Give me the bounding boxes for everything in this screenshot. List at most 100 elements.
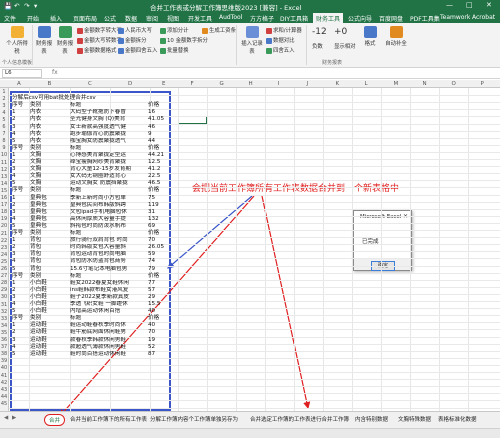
table-cell[interactable]: 款超透气薄款休闲男鞋 xyxy=(70,344,126,351)
table-cell[interactable]: 运动鞋 xyxy=(30,329,47,336)
table-cell[interactable]: 1 xyxy=(12,152,16,159)
sheet-tab-special[interactable]: 内含特别数据 xyxy=(355,415,388,423)
table-cell[interactable]: 2 xyxy=(12,244,16,251)
table-cell[interactable]: 序号 xyxy=(12,315,23,322)
table-cell[interactable]: 5 xyxy=(12,138,16,145)
table-cell[interactable]: 绰宝瘦胸网纱美背聚拢 xyxy=(70,159,126,166)
table-cell[interactable]: 季新上新时尚小方包单 xyxy=(70,195,126,202)
table-cell[interactable]: 标题 xyxy=(70,273,81,280)
table-cell[interactable]: 15.6寸笔记本电脑包男 xyxy=(70,266,127,273)
sheet-tab-standard[interactable]: 表格标准化数据 xyxy=(438,415,477,423)
table-cell[interactable]: 价格 xyxy=(148,315,159,322)
table-cell[interactable]: 皇典包 xyxy=(30,223,47,230)
table-cell[interactable]: 背包 xyxy=(30,266,41,273)
table-cell[interactable]: 87 xyxy=(148,351,155,358)
table-cell[interactable]: 标题 xyxy=(70,102,81,109)
table-cell[interactable]: 3 xyxy=(12,124,16,131)
table-cell[interactable]: 皇典包 xyxy=(30,209,47,216)
next-sheet-icon[interactable]: ▶ xyxy=(12,415,16,421)
table-cell[interactable]: 1 xyxy=(12,280,16,287)
table-cell[interactable]: 4 xyxy=(12,301,16,308)
table-cell[interactable]: 类别 xyxy=(30,230,41,237)
table-cell[interactable]: 1 xyxy=(12,195,16,202)
table-cell[interactable]: 119 xyxy=(148,202,159,209)
table-cell[interactable]: 圣光健身文胸 (Q)美背 xyxy=(70,116,125,123)
table-cell[interactable]: 2 xyxy=(12,329,16,336)
table-cell[interactable]: 女大码无钢圈舒适背心 xyxy=(70,173,126,180)
table-cell[interactable]: 序号 xyxy=(12,273,23,280)
sheet-tab-bra-special[interactable]: 文胸特殊数据 xyxy=(398,415,431,423)
table-cell[interactable]: 价格 xyxy=(148,230,159,237)
table-cell[interactable]: 标题 xyxy=(70,187,81,194)
table-cell[interactable]: 44 xyxy=(148,138,155,145)
table-cell[interactable]: 内增高运动休闲百搭 xyxy=(70,308,120,315)
table-cell[interactable]: 鞋女2022春夏女鞋休闲 xyxy=(70,280,129,287)
table-cell[interactable]: 3 xyxy=(12,251,16,258)
table-cell[interactable]: 4 xyxy=(12,258,16,265)
table-cell[interactable]: 4 xyxy=(12,216,16,223)
table-cell[interactable]: 内衣 xyxy=(30,124,41,131)
table-cell[interactable]: 内衣 xyxy=(30,138,41,145)
table-cell[interactable]: 运动鞋 xyxy=(30,344,47,351)
table-cell[interactable]: 小白鞋 xyxy=(30,280,47,287)
table-cell[interactable]: 5 xyxy=(12,223,16,230)
table-cell[interactable]: 运动鞋 xyxy=(30,337,47,344)
sheet-tab-merge-all[interactable]: 合并当前工作簿下的所有工作表 xyxy=(70,415,147,423)
sheet-tab-split[interactable]: 分解工作簿内容个工作簿单独另存为 xyxy=(150,415,238,423)
table-cell[interactable]: 标题 xyxy=(70,145,81,152)
table-cell[interactable]: 时尚韩版女包大容量斜 xyxy=(70,244,126,251)
table-cell[interactable]: 44.21 xyxy=(148,152,164,159)
table-cell[interactable]: 79 xyxy=(148,266,155,273)
table-cell[interactable]: 70 xyxy=(148,237,155,244)
table-cell[interactable]: ins鞋韩款布鞋女港风复 xyxy=(70,287,128,294)
table-cell[interactable]: 价格 xyxy=(148,102,159,109)
sheet-tab-merge-selected[interactable]: 合并选定工作簿的工作表进行合并工作簿 xyxy=(250,415,349,423)
table-cell[interactable]: 运动文胸女 防震挡聚拢 xyxy=(70,180,128,187)
table-cell[interactable]: 类别 xyxy=(30,145,41,152)
table-cell[interactable]: 5 xyxy=(12,351,16,358)
table-cell[interactable]: 心博感美背聚拢定型运 xyxy=(70,152,126,159)
table-cell[interactable]: 74 xyxy=(148,258,155,265)
table-cell[interactable]: 4 xyxy=(12,173,16,180)
table-cell[interactable]: 背包运动背包时尚电脑 xyxy=(70,251,126,258)
table-cell[interactable]: 类别 xyxy=(30,273,41,280)
table-cell[interactable]: 背包防水防盗背包商务 xyxy=(70,258,126,265)
table-cell[interactable]: 鞋子2022夏季新款真皮 xyxy=(70,294,129,301)
table-cell[interactable]: 价格 xyxy=(148,187,159,194)
table-cell[interactable]: 16 xyxy=(148,109,155,116)
table-cell[interactable]: 46 xyxy=(148,124,155,131)
table-cell[interactable]: 背心大童12-15岁发育期 xyxy=(70,166,131,173)
table-cell[interactable]: 4 xyxy=(12,344,16,351)
table-cell[interactable]: 女士新款高强度透气健 xyxy=(70,124,126,131)
table-cell[interactable]: 70 xyxy=(148,329,155,336)
table-cell[interactable]: 9 xyxy=(148,131,152,138)
table-cell[interactable]: 跑步瑜伽背心防震聚拢 xyxy=(70,131,126,138)
table-cell[interactable]: 19 xyxy=(148,337,155,344)
table-cell[interactable]: 款春秋季韩款休闲男鞋 xyxy=(70,337,126,344)
table-cell[interactable]: 鞋时尚百搭运动休闲鞋 xyxy=(70,351,126,358)
table-cell[interactable]: 1 xyxy=(12,109,16,116)
table-cell[interactable]: 3 xyxy=(12,166,16,173)
table-cell[interactable]: 40 xyxy=(148,322,155,329)
table-cell[interactable]: 77 xyxy=(148,280,155,287)
table-cell[interactable]: 57 xyxy=(148,287,155,294)
table-cell[interactable]: 标题 xyxy=(70,230,81,237)
table-cell[interactable]: 皇典包 xyxy=(30,202,47,209)
table-cell[interactable]: 序号 xyxy=(12,230,23,237)
table-cell[interactable]: 41.2 xyxy=(148,166,160,173)
table-cell[interactable]: 文胸 xyxy=(30,159,41,166)
table-cell[interactable]: 运动鞋 xyxy=(30,351,47,358)
table-cell[interactable]: 斜挎包时尚防泼水帆布 xyxy=(70,223,126,230)
table-cell[interactable]: 2 xyxy=(12,159,16,166)
table-cell[interactable]: 序号 xyxy=(12,145,23,152)
table-cell[interactable]: 69 xyxy=(148,223,155,230)
table-cell[interactable]: 价格 xyxy=(148,145,159,152)
table-cell[interactable]: 文包ipad手机电脑包休 xyxy=(70,209,127,216)
table-cell[interactable]: 2 xyxy=(12,116,16,123)
table-cell[interactable]: 2 xyxy=(12,202,16,209)
table-cell[interactable]: 3 xyxy=(12,294,16,301)
table-cell[interactable]: 咖宝胸女防震聚拢透气 xyxy=(70,138,126,145)
table-cell[interactable]: 鞋牛筋底网面休闲鞋男 xyxy=(70,329,126,336)
table-cell[interactable]: 2 xyxy=(12,287,16,294)
table-cell[interactable]: 价格 xyxy=(148,273,159,280)
